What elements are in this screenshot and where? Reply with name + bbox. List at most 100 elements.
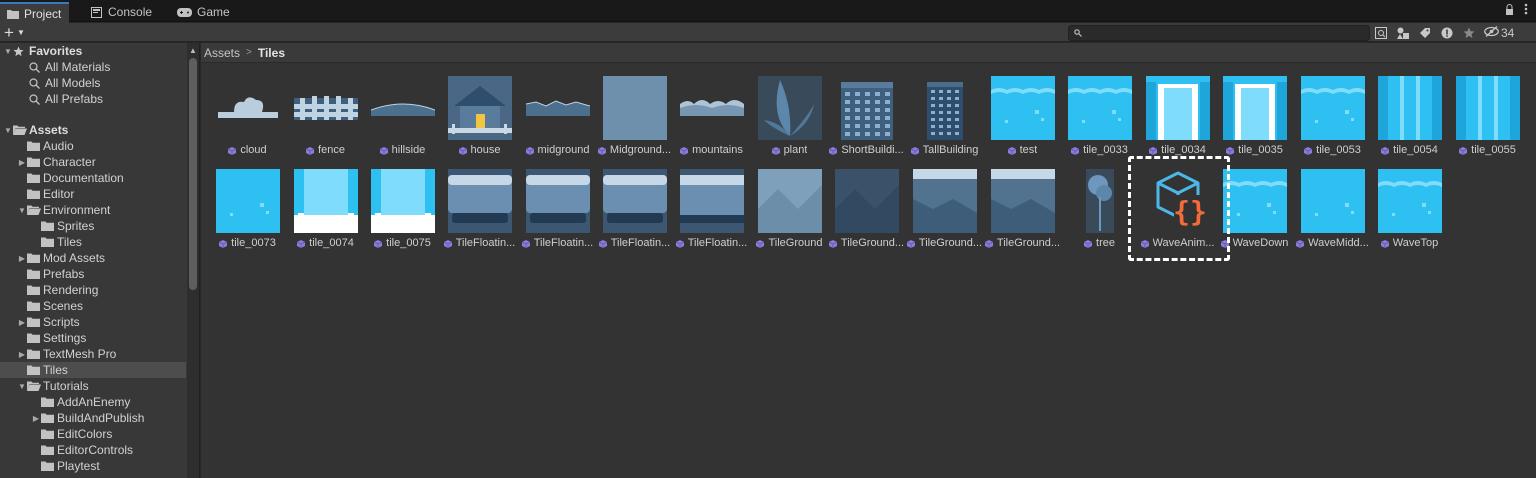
tree-item-label: Character [43, 155, 96, 169]
sidebar-folder-item[interactable]: Sprites [0, 218, 186, 234]
tab-label: Console [108, 5, 153, 19]
asset-name: TileFloatin... [596, 236, 673, 250]
asset-tile[interactable]: cloud [209, 76, 286, 168]
asset-tile[interactable]: fence [287, 76, 364, 168]
asset-thumbnail [1068, 169, 1132, 233]
scroll-thumb[interactable] [189, 58, 197, 290]
sidebar-folder-item[interactable]: EditorControls [0, 442, 186, 458]
folder-icon [27, 253, 41, 264]
asset-tile[interactable]: tile_0054 [1371, 76, 1448, 168]
asset-tile[interactable]: tree [1061, 169, 1138, 261]
sidebar-folder-item[interactable]: ▼ Environment [0, 202, 186, 218]
asset-tile[interactable]: plant [751, 76, 828, 168]
asset-tile[interactable]: Midground... [596, 76, 673, 168]
tab-game[interactable]: Game [170, 2, 238, 22]
search-field[interactable] [1068, 25, 1370, 41]
sidebar-folder-item[interactable]: Scenes [0, 298, 186, 314]
asset-name: tile_0033 [1061, 143, 1138, 157]
sidebar-folder-item[interactable]: ▶ Character [0, 154, 186, 170]
asset-tile[interactable]: tile_0074 [287, 169, 364, 261]
sidebar-folder-item[interactable]: ▼ Tutorials [0, 378, 186, 394]
asset-tile[interactable]: test [984, 76, 1061, 168]
asset-tile[interactable]: TileGround [751, 169, 828, 261]
star-icon[interactable] [1458, 23, 1480, 42]
sidebar-folder-item[interactable]: Editor [0, 186, 186, 202]
collapse-arrow-icon[interactable]: ▶ [17, 314, 27, 330]
search-by-type-icon[interactable] [1370, 23, 1392, 42]
more-options-icon[interactable] [1524, 3, 1528, 18]
asset-tile[interactable]: tile_0033 [1061, 76, 1138, 168]
expand-arrow-icon[interactable]: ▼ [3, 122, 13, 138]
asset-tile[interactable]: house [441, 76, 518, 168]
sidebar-folder-item[interactable]: Tiles [0, 362, 186, 378]
sidebar-folder-item[interactable]: Prefabs [0, 266, 186, 282]
asset-tile[interactable]: TallBuilding [906, 76, 983, 168]
collapse-arrow-icon[interactable]: ▶ [31, 410, 41, 426]
arrow-spacer [17, 362, 27, 378]
arrow-spacer [31, 458, 41, 474]
sidebar-folder-item[interactable]: Tiles [0, 234, 186, 250]
collapse-arrow-icon[interactable]: ▶ [17, 346, 27, 362]
sidebar-folder-item[interactable]: AddAnEnemy [0, 394, 186, 410]
tree-item-label: Favorites [29, 44, 83, 58]
filter-by-type-icon[interactable] [1392, 23, 1414, 42]
sidebar-folder-item[interactable]: Rendering [0, 282, 186, 298]
sidebar-favorite-item[interactable]: All Materials [0, 59, 186, 75]
asset-tile[interactable]: mountains [673, 76, 750, 168]
sidebar-folder-item[interactable]: ▶ BuildAndPublish [0, 410, 186, 426]
asset-tile[interactable]: TileFloatin... [441, 169, 518, 261]
asset-tile[interactable]: WaveTop [1371, 169, 1448, 261]
lock-icon[interactable] [1505, 3, 1514, 18]
asset-tile[interactable]: tile_0073 [209, 169, 286, 261]
asset-tile[interactable]: TileGround... [906, 169, 983, 261]
expand-arrow-icon[interactable]: ▼ [3, 43, 13, 59]
sidebar-folder-item[interactable]: EditColors [0, 426, 186, 442]
sidebar-folder-item[interactable]: ▶ TextMesh Pro [0, 346, 186, 362]
asset-label: TileGround [768, 237, 823, 249]
asset-tile[interactable]: TileGround... [984, 169, 1061, 261]
sidebar-folder-item[interactable]: Settings [0, 330, 186, 346]
add-button[interactable]: + ▼ [4, 23, 34, 42]
asset-tile[interactable]: TileFloatin... [596, 169, 673, 261]
sidebar-favorite-item[interactable]: All Models [0, 75, 186, 91]
asset-tile[interactable]: midground [519, 76, 596, 168]
asset-tile[interactable]: TileFloatin... [519, 169, 596, 261]
sidebar-folder-item[interactable]: Audio [0, 138, 186, 154]
asset-label: plant [783, 144, 808, 156]
asset-label: hillside [391, 144, 426, 156]
asset-tile[interactable]: hillside [364, 76, 441, 168]
asset-tile[interactable]: tile_0035 [1216, 76, 1293, 168]
asset-label: TileGround... [996, 237, 1061, 249]
asset-tile[interactable]: tile_0075 [364, 169, 441, 261]
asset-tile[interactable]: WaveMidd... [1294, 169, 1371, 261]
asset-tile[interactable]: ShortBuildi... [828, 76, 905, 168]
sidebar-folder-item[interactable]: ▶ Mod Assets [0, 250, 186, 266]
expand-arrow-icon[interactable]: ▼ [17, 202, 27, 218]
sidebar-scrollbar[interactable]: ▲ [187, 43, 199, 478]
expand-arrow-icon[interactable]: ▼ [17, 378, 27, 394]
collapse-arrow-icon[interactable]: ▶ [17, 154, 27, 170]
hidden-packages-toggle[interactable]: 34 [1480, 26, 1514, 40]
tab-console[interactable]: Console [84, 2, 160, 22]
asset-tile[interactable]: tile_0055 [1449, 76, 1526, 168]
arrow-spacer [31, 442, 41, 458]
collapse-arrow-icon[interactable]: ▶ [17, 250, 27, 266]
asset-tile[interactable]: tile_0053 [1294, 76, 1371, 168]
warning-icon[interactable] [1436, 23, 1458, 42]
tab-project[interactable]: Project [0, 2, 70, 23]
sidebar-section-assets[interactable]: ▼ Assets [0, 122, 186, 138]
folder-icon [6, 8, 19, 20]
asset-thumbnail [1378, 76, 1442, 140]
sidebar-folder-item[interactable]: ▶ Scripts [0, 314, 186, 330]
asset-tile[interactable]: TileGround... [828, 169, 905, 261]
asset-label: tile_0033 [1083, 144, 1128, 156]
asset-tile[interactable]: tile_0034 [1139, 76, 1216, 168]
sidebar-folder-item[interactable]: Playtest [0, 458, 186, 474]
asset-thumbnail [603, 169, 667, 233]
scroll-up-arrow-icon[interactable]: ▲ [189, 46, 197, 55]
asset-tile[interactable]: TileFloatin... [673, 169, 750, 261]
sidebar-section-favorites[interactable]: ▼ Favorites [0, 43, 186, 59]
label-tag-icon[interactable] [1414, 23, 1436, 42]
sidebar-folder-item[interactable]: Documentation [0, 170, 186, 186]
sidebar-favorite-item[interactable]: All Prefabs [0, 91, 186, 107]
